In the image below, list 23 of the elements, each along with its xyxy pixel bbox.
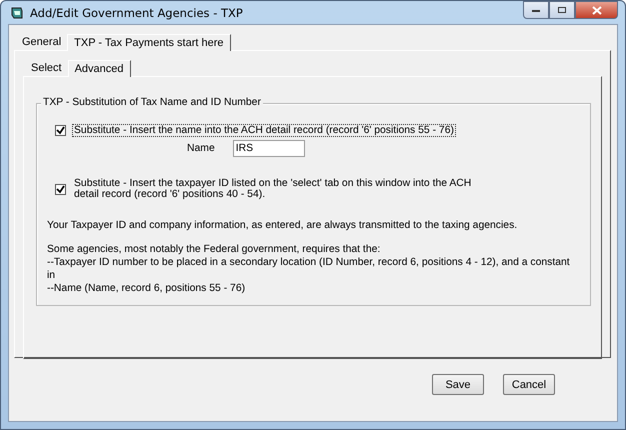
group-title: TXP - Substitution of Tax Name and ID Number [41, 97, 263, 108]
close-button[interactable] [575, 1, 618, 19]
minimize-button[interactable] [523, 1, 549, 19]
app-icon [10, 6, 24, 20]
checkbox-label[interactable]: Substitute - Insert the taxpayer ID listed on the 'select' tab on this window into the ACH detail record (record '6' positions 40 - 54). [72, 177, 476, 201]
dialog-button[interactable]: Cancel [503, 374, 555, 395]
tab[interactable]: Advanced [68, 60, 131, 77]
close-icon [592, 6, 602, 14]
minimize-icon [531, 7, 541, 13]
note-line: Some agencies, most notably the Federal government, requires that the: [47, 243, 382, 256]
checkbox[interactable] [55, 125, 66, 136]
window-title: Add/Edit Government Agencies - TXP [30, 6, 243, 20]
note-line: --Taxpayer ID number to be placed in a secondary location (ID Number, record 6, positions 4 - 12), and a constant in [47, 256, 571, 282]
note-line: --Name (Name, record 6, positions 55 - 76) [47, 282, 246, 295]
info-text: Your Taxpayer ID and company information, as entered, are always transmitted to the taxing agencies. [47, 220, 518, 231]
checkbox[interactable] [55, 184, 66, 195]
dialog-button[interactable]: Save [432, 374, 484, 395]
field-label: Name [187, 143, 215, 154]
checkbox-label[interactable]: Substitute - Insert the name into the ACH detail record (record '6' positions 55 - 76) [72, 124, 456, 137]
name-field[interactable]: IRS [232, 140, 305, 157]
maximize-icon [557, 6, 567, 14]
maximize-button[interactable] [549, 1, 575, 19]
tab[interactable]: TXP - Tax Payments start here [67, 34, 231, 51]
